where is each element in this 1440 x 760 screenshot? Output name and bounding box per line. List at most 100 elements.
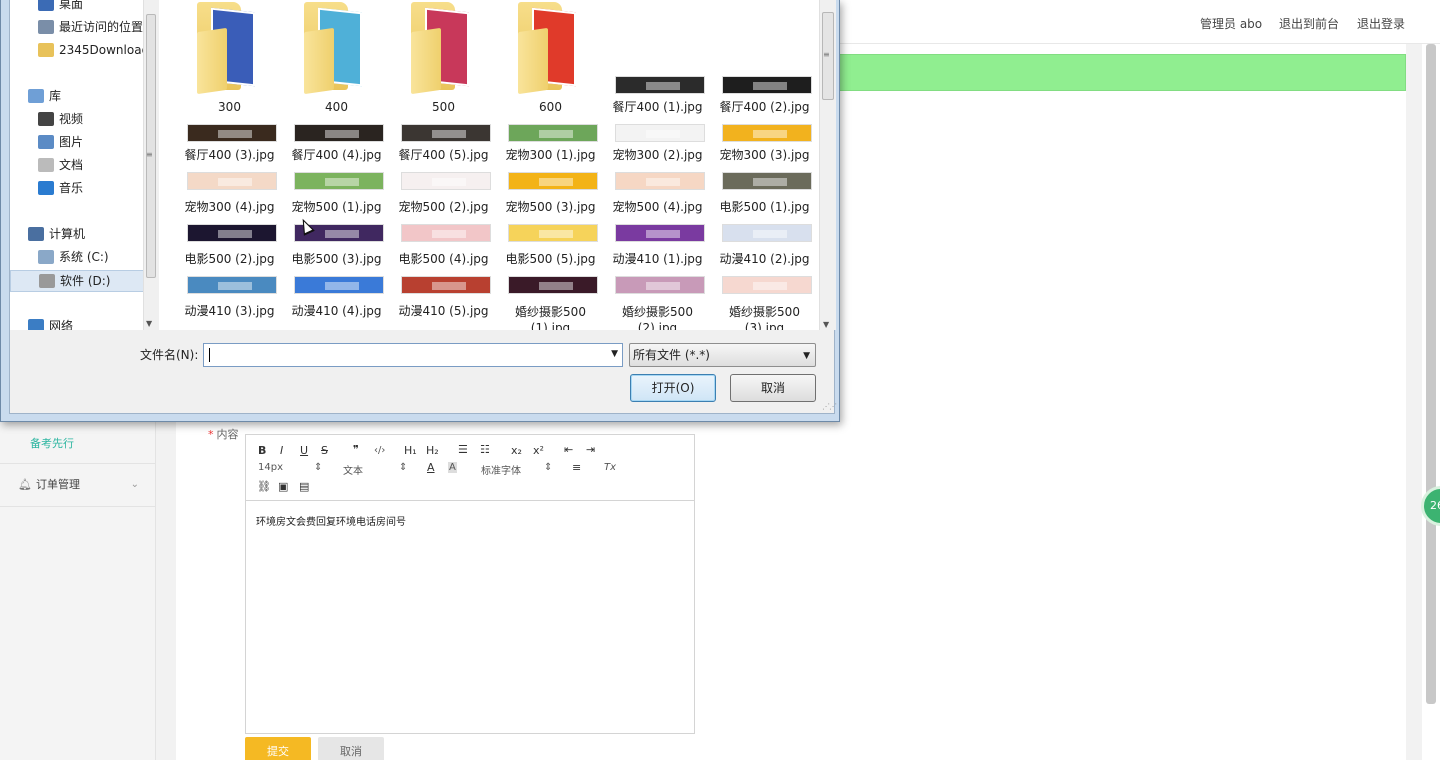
image-thumbnail[interactable]	[401, 224, 491, 242]
blockquote-button[interactable]: ❞	[353, 443, 359, 456]
editor-content[interactable]: 环境房文会费回复环境电话房间号	[256, 513, 406, 528]
dropdown-arrow-icon[interactable]: ▼	[611, 349, 618, 359]
image-thumbnail[interactable]	[508, 172, 598, 190]
text-style-select[interactable]: 文本	[343, 462, 363, 477]
font-color-button[interactable]: A	[427, 461, 435, 474]
image-thumbnail[interactable]	[615, 124, 705, 142]
file-name[interactable]: 动漫410 (4).jpg	[283, 304, 390, 318]
file-name[interactable]: 婚纱摄影500 (1).jpg	[497, 304, 604, 330]
folder-name[interactable]: 600	[497, 100, 604, 114]
folder-icon[interactable]	[298, 0, 378, 100]
open-button[interactable]: 打开(O)	[630, 374, 716, 402]
superscript-button[interactable]: x²	[533, 444, 544, 457]
file-name[interactable]: 餐厅400 (4).jpg	[283, 148, 390, 162]
image-thumbnail[interactable]	[187, 172, 277, 190]
underline-button[interactable]: U	[300, 444, 308, 457]
file-name[interactable]: 宠物500 (1).jpg	[283, 200, 390, 214]
image-thumbnail[interactable]	[187, 276, 277, 294]
heading1-button[interactable]: H₁	[404, 444, 417, 457]
image-thumbnail[interactable]	[187, 124, 277, 142]
file-name[interactable]: 宠物300 (3).jpg	[711, 148, 818, 162]
file-type-select[interactable]: 所有文件 (*.*) ▼	[629, 343, 816, 367]
nav-item[interactable]: 库	[10, 86, 155, 108]
form-cancel-button[interactable]: 取消	[318, 737, 384, 760]
image-thumbnail[interactable]	[722, 224, 812, 242]
file-list[interactable]: 300 400 500 600 餐厅400 (1).jpg 餐厅400 (2).jpg 餐厅…	[159, 0, 836, 330]
bullet-list-button[interactable]: ☷	[480, 443, 490, 456]
image-button[interactable]: ▣	[278, 480, 288, 493]
image-thumbnail[interactable]	[401, 276, 491, 294]
file-name[interactable]: 婚纱摄影500 (3).jpg	[711, 304, 818, 330]
font-size-select[interactable]: 14px	[258, 462, 283, 473]
file-name[interactable]: 动漫410 (1).jpg	[604, 252, 711, 266]
scroll-down-icon[interactable]: ▼	[146, 319, 152, 328]
scrollbar-thumb[interactable]	[1426, 44, 1436, 704]
link-button[interactable]: ⛓	[257, 480, 271, 493]
strikethrough-button[interactable]: S	[321, 444, 328, 457]
image-thumbnail[interactable]	[401, 172, 491, 190]
nav-item[interactable]: 2345Downloads	[10, 40, 155, 62]
image-thumbnail[interactable]	[615, 76, 705, 94]
file-name[interactable]: 电影500 (3).jpg	[283, 252, 390, 266]
scrollbar-thumb[interactable]	[146, 14, 156, 278]
image-thumbnail[interactable]	[294, 276, 384, 294]
nav-item[interactable]: 软件 (D:)	[10, 270, 155, 292]
ordered-list-button[interactable]: ☰	[458, 443, 468, 456]
logout-link[interactable]: 退出登录	[1357, 15, 1405, 32]
nav-item[interactable]: 网络	[10, 316, 155, 330]
image-thumbnail[interactable]	[722, 76, 812, 94]
file-name[interactable]: 动漫410 (3).jpg	[176, 304, 283, 318]
rich-text-editor[interactable]: B I U S ❞ ‹/› H₁ H₂ ☰ ☷ x₂ x² ⇤ ⇥ 14px ⇕…	[245, 434, 695, 734]
sidebar-item-orders[interactable]: 🔔︎ 订单管理 ⌄	[0, 474, 155, 500]
file-name[interactable]: 动漫410 (2).jpg	[711, 252, 818, 266]
file-name[interactable]: 餐厅400 (1).jpg	[604, 100, 711, 114]
nav-item[interactable]: 最近访问的位置	[10, 17, 155, 39]
file-name[interactable]: 电影500 (1).jpg	[711, 200, 818, 214]
file-name[interactable]: 宠物300 (1).jpg	[497, 148, 604, 162]
file-name[interactable]: 宠物500 (3).jpg	[497, 200, 604, 214]
file-name[interactable]: 宠物300 (2).jpg	[604, 148, 711, 162]
font-family-select[interactable]: 标准字体	[481, 462, 521, 477]
nav-item[interactable]: 文档	[10, 155, 155, 177]
file-list-scrollbar[interactable]: ≡ ▼	[819, 0, 836, 330]
admin-user-link[interactable]: 管理员 abo	[1200, 15, 1262, 32]
image-thumbnail[interactable]	[508, 224, 598, 242]
italic-button[interactable]: I	[280, 444, 283, 457]
bold-button[interactable]: B	[258, 444, 266, 457]
image-thumbnail[interactable]	[401, 124, 491, 142]
resize-grip-icon[interactable]: ⋰⋰	[822, 402, 837, 411]
file-name[interactable]: 电影500 (5).jpg	[497, 252, 604, 266]
heading2-button[interactable]: H₂	[426, 444, 439, 457]
file-name[interactable]: 宠物500 (2).jpg	[390, 200, 497, 214]
navigation-pane[interactable]: 桌面 最近访问的位置 2345Downloads 库视频 图片 文档 音乐 计算机 系统 (C:…	[10, 0, 155, 330]
image-thumbnail[interactable]	[615, 172, 705, 190]
nav-item[interactable]: 视频	[10, 109, 155, 131]
indent-button[interactable]: ⇥	[586, 443, 595, 456]
outdent-button[interactable]: ⇤	[564, 443, 573, 456]
image-thumbnail[interactable]	[615, 224, 705, 242]
file-name[interactable]: 电影500 (2).jpg	[176, 252, 283, 266]
submit-button[interactable]: 提交	[245, 737, 311, 760]
image-thumbnail[interactable]	[294, 124, 384, 142]
image-thumbnail[interactable]	[294, 172, 384, 190]
page-scrollbar[interactable]	[1422, 44, 1440, 760]
folder-name[interactable]: 500	[390, 100, 497, 114]
nav-item[interactable]: 系统 (C:)	[10, 247, 155, 269]
image-thumbnail[interactable]	[187, 224, 277, 242]
image-thumbnail[interactable]	[722, 276, 812, 294]
clear-format-button[interactable]: Tx	[604, 462, 616, 473]
nav-item[interactable]: 桌面	[10, 0, 155, 16]
align-button[interactable]: ≡	[572, 461, 581, 474]
background-color-button[interactable]: A	[448, 462, 457, 473]
file-name[interactable]: 餐厅400 (5).jpg	[390, 148, 497, 162]
sidebar-item-exam-prep[interactable]: 备考先行	[0, 432, 155, 460]
image-thumbnail[interactable]	[508, 124, 598, 142]
file-name[interactable]: 婚纱摄影500 (2).jpg	[604, 304, 711, 330]
image-thumbnail[interactable]	[508, 276, 598, 294]
scroll-down-icon[interactable]: ▼	[823, 320, 829, 329]
file-name[interactable]: 宠物300 (4).jpg	[176, 200, 283, 214]
nav-item[interactable]: 计算机	[10, 224, 155, 246]
filename-input[interactable]: ▼	[203, 343, 623, 367]
image-thumbnail[interactable]	[722, 172, 812, 190]
video-button[interactable]: ▤	[299, 480, 309, 493]
